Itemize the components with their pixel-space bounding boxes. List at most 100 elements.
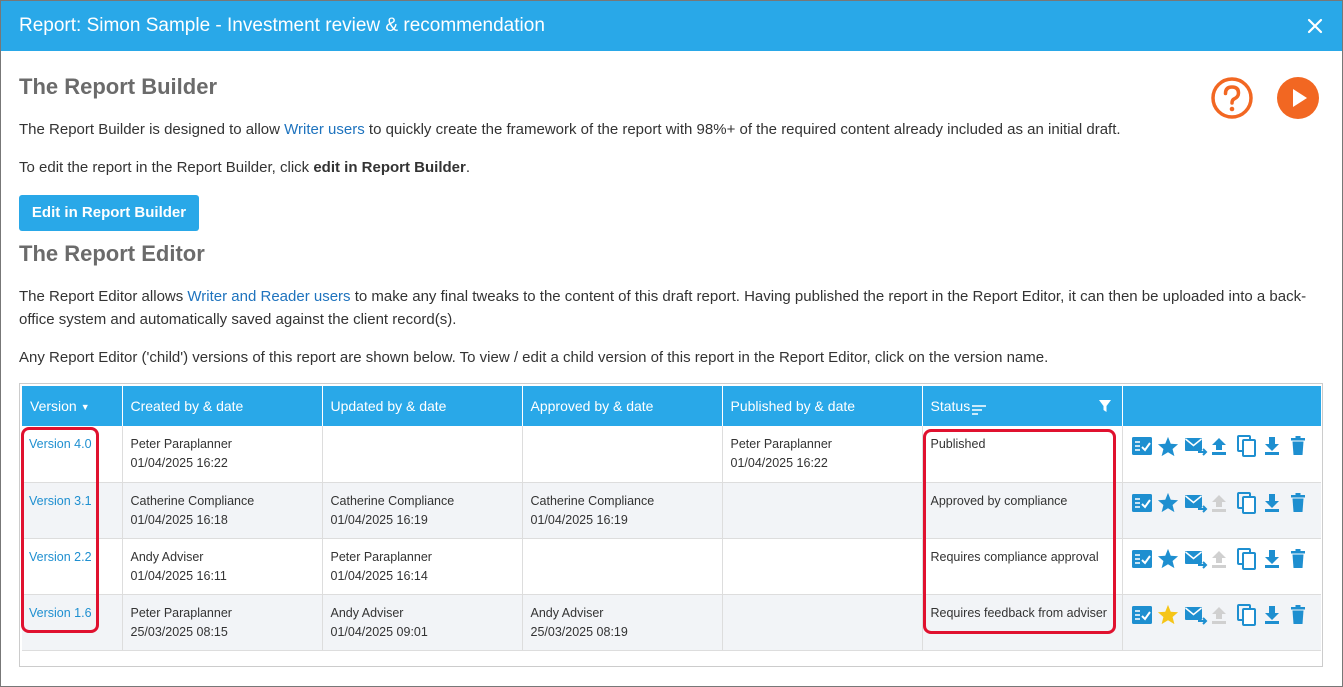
filter-icon[interactable] <box>1098 399 1112 413</box>
approved-cell: Andy Adviser 25/03/2025 08:19 <box>522 594 723 651</box>
table-row: Version 1.6 Peter Paraplanner 25/03/2025 0… <box>22 594 1321 651</box>
status-text: Requires feedback from adviser <box>930 605 1107 620</box>
play-video-icon[interactable] <box>1276 76 1320 120</box>
updated-date: 01/04/2025 09:01 <box>330 624 428 639</box>
column-header-status[interactable]: Status <box>922 386 1123 426</box>
published-cell: Peter Paraplanner 01/04/2025 16:22 <box>722 426 923 483</box>
upload-icon <box>1210 492 1237 514</box>
builder-heading: The Report Builder <box>19 74 218 99</box>
send-mail-icon[interactable] <box>1184 435 1211 457</box>
trash-icon[interactable] <box>1290 548 1317 570</box>
upload-icon[interactable] <box>1210 435 1237 457</box>
published-header-label: Published by & date <box>730 398 856 414</box>
version-link[interactable]: Version 3.1 <box>29 494 92 508</box>
edit-instructions-text: To edit the report in the Report Builder… <box>19 159 314 176</box>
version-link[interactable]: Version 2.2 <box>29 550 92 564</box>
version-cell: Version 3.1 <box>22 482 123 539</box>
trash-icon[interactable] <box>1290 435 1317 457</box>
version-link[interactable]: Version 1.6 <box>29 606 92 620</box>
created-cell: Catherine Compliance 01/04/2025 16:18 <box>122 482 323 539</box>
send-mail-icon[interactable] <box>1184 604 1211 626</box>
edit-in-report-builder-button[interactable]: Edit in Report Builder <box>19 195 199 231</box>
upload-icon <box>1210 604 1237 626</box>
created-cell: Peter Paraplanner 25/03/2025 08:15 <box>122 594 323 651</box>
status-text: Requires compliance approval <box>930 549 1099 564</box>
download-icon[interactable] <box>1263 435 1290 457</box>
updated-cell <box>322 426 523 483</box>
copy-icon[interactable] <box>1236 491 1264 514</box>
actions-cell <box>1122 482 1321 539</box>
version-header-label: Version <box>30 398 77 414</box>
updated-by: Catherine Compliance <box>330 493 455 508</box>
row-actions <box>1131 547 1318 570</box>
versions-table-container: Version ▼ Created by & date Updated by & … <box>19 383 1323 667</box>
published-cell <box>722 482 923 539</box>
updated-date: 01/04/2025 16:14 <box>330 568 428 583</box>
column-header-actions <box>1122 386 1321 426</box>
star-icon[interactable] <box>1157 435 1184 457</box>
created-date: 01/04/2025 16:11 <box>130 568 227 583</box>
checklist-icon[interactable] <box>1131 435 1158 457</box>
download-icon[interactable] <box>1263 548 1290 570</box>
table-row: Version 2.2 Andy Adviser 01/04/2025 16:11 P… <box>22 538 1321 595</box>
created-header-label: Created by & date <box>130 398 244 414</box>
published-cell <box>722 538 923 595</box>
approved-cell <box>522 538 723 595</box>
checklist-icon[interactable] <box>1131 604 1158 626</box>
column-header-approved[interactable]: Approved by & date <box>522 386 723 426</box>
versions-table: Version ▼ Created by & date Updated by & … <box>22 386 1321 651</box>
send-mail-icon[interactable] <box>1184 492 1211 514</box>
copy-icon[interactable] <box>1236 603 1264 626</box>
created-cell: Peter Paraplanner 01/04/2025 16:22 <box>122 426 323 483</box>
version-link[interactable]: Version 4.0 <box>29 437 92 451</box>
trash-icon[interactable] <box>1290 604 1317 626</box>
created-by: Peter Paraplanner <box>130 605 232 620</box>
trash-icon[interactable] <box>1290 492 1317 514</box>
edit-instructions-end: . <box>465 159 471 176</box>
star-icon[interactable] <box>1157 604 1184 626</box>
status-cell: Requires feedback from adviser <box>922 594 1123 651</box>
star-icon[interactable] <box>1157 548 1184 570</box>
approved-header-label: Approved by & date <box>530 398 654 414</box>
dialog-title: Report: Simon Sample - Investment review… <box>19 15 545 36</box>
updated-cell: Peter Paraplanner 01/04/2025 16:14 <box>322 538 523 595</box>
checklist-icon[interactable] <box>1131 492 1158 514</box>
approved-date: 01/04/2025 16:19 <box>530 512 628 527</box>
column-header-created[interactable]: Created by & date <box>122 386 323 426</box>
download-icon[interactable] <box>1263 492 1290 514</box>
sort-lines-icon <box>972 402 987 416</box>
column-header-updated[interactable]: Updated by & date <box>322 386 523 426</box>
copy-icon[interactable] <box>1236 547 1264 570</box>
star-icon[interactable] <box>1157 492 1184 514</box>
copy-icon[interactable] <box>1236 435 1264 457</box>
created-date: 01/04/2025 16:22 <box>130 456 228 470</box>
created-by: Catherine Compliance <box>130 493 255 508</box>
column-header-version[interactable]: Version ▼ <box>22 386 123 426</box>
editor-versions-note: Any Report Editor ('child') versions of … <box>19 349 1049 366</box>
created-date: 25/03/2025 08:15 <box>130 624 228 639</box>
status-text: Published <box>930 437 986 451</box>
writer-users-link[interactable]: Writer users <box>284 121 365 138</box>
edit-instructions-bold: edit in Report Builder <box>313 159 466 176</box>
created-date: 01/04/2025 16:18 <box>130 512 228 527</box>
builder-intro-text-end: to quickly create the framework of the r… <box>364 121 1121 138</box>
actions-cell <box>1122 594 1321 651</box>
download-icon[interactable] <box>1263 604 1290 626</box>
updated-cell: Catherine Compliance 01/04/2025 16:19 <box>322 482 523 539</box>
dialog-titlebar: Report: Simon Sample - Investment review… <box>1 1 1342 51</box>
created-by: Peter Paraplanner <box>130 437 232 451</box>
close-icon[interactable] <box>1304 15 1326 37</box>
writer-and-reader-users-link[interactable]: Writer and Reader users <box>187 288 350 305</box>
version-cell: Version 2.2 <box>22 538 123 595</box>
column-header-published[interactable]: Published by & date <box>722 386 923 426</box>
published-cell <box>722 594 923 651</box>
checklist-icon[interactable] <box>1131 548 1158 570</box>
table-row: Version 3.1 Catherine Compliance 01/04/202… <box>22 482 1321 539</box>
row-actions <box>1131 603 1318 626</box>
builder-intro: The Report Builder is designed to allow … <box>19 118 1121 141</box>
version-cell: Version 4.0 <box>22 426 123 483</box>
help-icon[interactable] <box>1210 76 1254 120</box>
updated-by: Peter Paraplanner <box>330 549 432 564</box>
send-mail-icon[interactable] <box>1184 548 1211 570</box>
sort-desc-icon: ▼ <box>80 402 90 413</box>
